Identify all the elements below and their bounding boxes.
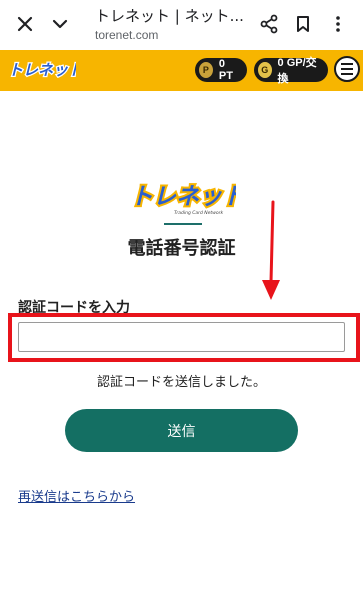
points-badge[interactable]: P 0 PT (195, 58, 247, 82)
tab-info: トレネット | ネット... torenet.com (95, 6, 250, 43)
site-header: トレネット P 0 PT G 0 GP/交換 (0, 50, 363, 91)
gp-value: 0 GP/交換 (277, 57, 317, 85)
main-logo-subtext: Trading Card Network (174, 210, 223, 216)
logo-wordmark: トレネット (8, 61, 76, 79)
main-logo-wordmark: トレネット (130, 184, 236, 210)
title-divider (164, 223, 202, 225)
share-icon[interactable] (256, 11, 282, 37)
chevron-down-icon[interactable] (47, 11, 73, 37)
verification-code-input[interactable] (18, 322, 345, 352)
browser-toolbar: トレネット | ネット... torenet.com (0, 0, 363, 50)
main-logo: トレネット Trading Card Network (128, 178, 247, 220)
sent-message: 認証コードを送信しました。 (96, 375, 266, 390)
url-text: torenet.com (95, 28, 159, 42)
coin-icon: P (199, 62, 213, 78)
close-icon[interactable] (12, 11, 38, 37)
send-button[interactable]: 送信 (65, 409, 298, 452)
more-vert-icon[interactable] (325, 11, 351, 37)
resend-link[interactable]: 再送信はこちらから (18, 486, 135, 505)
gp-coin-icon: G (258, 62, 272, 78)
page-title: 電話番号認証 (127, 238, 236, 259)
page-title-tab: トレネット | ネット... (95, 7, 244, 25)
arrow-down-icon (262, 200, 280, 300)
bookmark-icon[interactable] (290, 11, 316, 37)
site-logo[interactable]: トレネット (6, 58, 85, 84)
points-value: 0 PT (218, 58, 233, 82)
gp-badge[interactable]: G 0 GP/交換 (254, 57, 328, 85)
hamburger-menu-icon[interactable] (334, 56, 360, 82)
